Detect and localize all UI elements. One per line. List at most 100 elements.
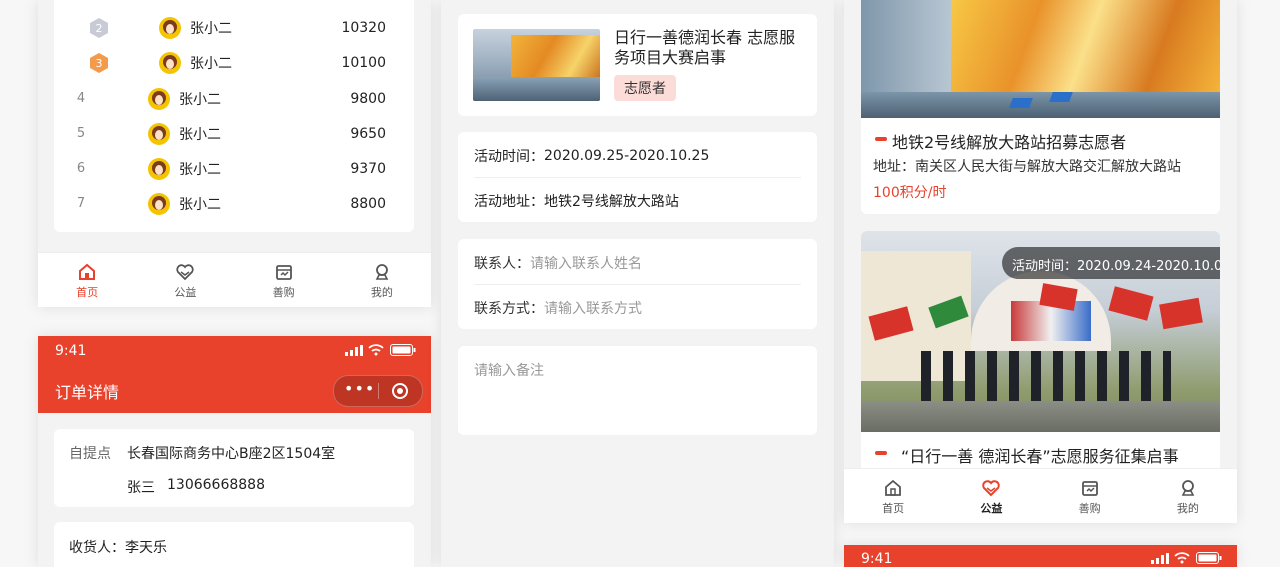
event-info-card: 活动时间： 2020.09.25-2020.10.25 活动地址： 地铁2号线解… bbox=[458, 132, 817, 222]
bronze-medal-icon: 3 bbox=[88, 52, 110, 74]
signal-icon bbox=[1151, 553, 1169, 564]
tab-shop-label: 善购 bbox=[272, 285, 295, 299]
rank-name: 张小二 bbox=[179, 196, 221, 213]
tab-home[interactable]: 首页 bbox=[38, 253, 136, 307]
avatar bbox=[148, 157, 170, 180]
rank-row[interactable]: 3 张小二 10100 bbox=[54, 45, 414, 80]
ranking-screen: 2 张小二 10320 3 张小二 10100 4 张小二 9800 5 张小二… bbox=[38, 0, 431, 307]
tab-home-label: 首页 bbox=[76, 285, 99, 299]
tab-mine[interactable]: 我的 bbox=[1139, 469, 1237, 523]
avatar bbox=[148, 122, 170, 145]
rank-number: 6 bbox=[76, 161, 86, 176]
contact-name-row: 联系人： 请输入联系人姓名 bbox=[474, 253, 801, 273]
event-address-row: 活动地址： 地铁2号线解放大路站 bbox=[474, 191, 801, 211]
tab-mine-label: 我的 bbox=[370, 285, 393, 299]
contact-name-label: 联系人： bbox=[474, 256, 530, 272]
rank-name: 张小二 bbox=[190, 20, 232, 37]
event-time-overlay: 活动时间：2020.09.24-2020.10.08 bbox=[1002, 247, 1220, 279]
rank-score: 10320 bbox=[341, 19, 386, 36]
heart-hands-icon bbox=[176, 263, 195, 280]
home-icon bbox=[79, 263, 96, 280]
tab-home-label: 首页 bbox=[882, 501, 905, 515]
tab-bar: 首页 公益 善购 我的 bbox=[844, 468, 1237, 523]
feed-points-1: 100积分/时 bbox=[873, 185, 947, 201]
contact-name-input[interactable]: 请输入联系人姓名 bbox=[530, 253, 642, 273]
tab-shop[interactable]: 善购 bbox=[1041, 469, 1139, 523]
rank-number: 7 bbox=[76, 196, 86, 211]
tab-bar: 首页 公益 善购 我的 bbox=[38, 252, 431, 307]
red-bar-marker bbox=[875, 451, 887, 455]
red-bar-marker bbox=[875, 137, 887, 141]
order-detail-screen: 9:41 订单详情 ••• 自提点 长春国际商务中心B座2区1504室 张三 1… bbox=[38, 336, 431, 567]
rank-score: 9800 bbox=[350, 90, 386, 107]
event-thumbnail bbox=[473, 29, 600, 101]
avatar bbox=[159, 16, 181, 39]
contact-form-card: 联系人： 请输入联系人姓名 联系方式： 请输入联系方式 bbox=[458, 239, 817, 329]
svg-text:3: 3 bbox=[96, 57, 103, 70]
tab-mine[interactable]: 我的 bbox=[333, 253, 431, 307]
event-address-label: 活动地址： bbox=[474, 194, 544, 210]
feed-time-2: 活动时间：2020.09.24-2020.10.08 bbox=[1012, 259, 1220, 274]
receiver-name: 李天乐 bbox=[125, 540, 167, 556]
rank-score: 8800 bbox=[350, 195, 386, 212]
rank-name: 张小二 bbox=[190, 55, 232, 72]
avatar bbox=[148, 87, 170, 110]
event-card[interactable]: 日行一善德润长春 志愿服务项目大赛启事 志愿者 bbox=[458, 14, 817, 116]
rank-name: 张小二 bbox=[179, 161, 221, 178]
pickup-address: 长春国际商务中心B座2区1504室 bbox=[127, 446, 336, 462]
status-time: 9:41 bbox=[861, 551, 893, 567]
contact-phone-input[interactable]: 请输入联系方式 bbox=[544, 298, 642, 318]
feed-title-1: 地铁2号线解放大路站招募志愿者 bbox=[892, 133, 1127, 152]
remark-placeholder: 请输入备注 bbox=[474, 363, 544, 379]
divider bbox=[474, 284, 801, 285]
pickup-label: 自提点 bbox=[69, 446, 111, 462]
receiver-card: 收货人： 李天乐 bbox=[54, 522, 414, 567]
wifi-icon bbox=[368, 344, 384, 356]
rank-score: 9650 bbox=[350, 125, 386, 142]
feed-title-2: “日行一善 德润长春”志愿服务征集启事 bbox=[901, 447, 1179, 466]
tab-charity-label: 公益 bbox=[174, 285, 197, 299]
heart-hands-icon bbox=[982, 479, 1001, 496]
feed-image-1 bbox=[861, 0, 1220, 118]
rank-row[interactable]: 6 张小二 9370 bbox=[54, 151, 414, 186]
home-icon bbox=[885, 479, 902, 496]
pickup-card: 自提点 长春国际商务中心B座2区1504室 张三 13066668888 bbox=[54, 429, 414, 507]
tab-shop[interactable]: 善购 bbox=[235, 253, 333, 307]
order-header: 9:41 订单详情 ••• bbox=[38, 336, 431, 413]
page-title: 订单详情 bbox=[55, 383, 120, 402]
event-time-label: 活动时间： bbox=[474, 149, 544, 165]
tab-shop-label: 善购 bbox=[1078, 501, 1101, 515]
signal-icon bbox=[345, 345, 363, 356]
event-time-row: 活动时间： 2020.09.25-2020.10.25 bbox=[474, 146, 801, 166]
event-title: 日行一善德润长春 志愿服务项目大赛启事 bbox=[614, 28, 796, 67]
event-time-value: 2020.09.25-2020.10.25 bbox=[544, 148, 710, 164]
tab-charity[interactable]: 公益 bbox=[136, 253, 234, 307]
contact-phone-label: 联系方式： bbox=[474, 301, 544, 317]
remark-textarea[interactable]: 请输入备注 bbox=[458, 346, 817, 435]
feed-card-1[interactable]: 地铁2号线解放大路站招募志愿者 地址：南关区人民大街与解放大路交汇解放大路站 1… bbox=[861, 0, 1220, 214]
rank-row[interactable]: 7 张小二 8800 bbox=[54, 186, 414, 221]
rank-name: 张小二 bbox=[179, 91, 221, 108]
tab-charity[interactable]: 公益 bbox=[942, 469, 1040, 523]
rank-score: 9370 bbox=[350, 160, 386, 177]
contact-phone: 13066668888 bbox=[167, 477, 265, 493]
feed-card-2[interactable]: 活动时间：2020.09.24-2020.10.08 “日行一善 德润长春”志愿… bbox=[861, 231, 1220, 471]
status-time: 9:41 bbox=[55, 343, 87, 359]
status-bar: 9:41 bbox=[38, 336, 431, 366]
rank-row[interactable]: 4 张小二 9800 bbox=[54, 81, 414, 116]
more-icon[interactable]: ••• bbox=[344, 379, 375, 398]
divider bbox=[474, 177, 801, 178]
rank-row[interactable]: 5 张小二 9650 bbox=[54, 116, 414, 151]
rank-row[interactable]: 2 张小二 10320 bbox=[54, 10, 414, 45]
svg-text:2: 2 bbox=[96, 22, 103, 35]
wifi-icon bbox=[1174, 552, 1190, 564]
ranking-card: 2 张小二 10320 3 张小二 10100 4 张小二 9800 5 张小二… bbox=[54, 0, 414, 232]
avatar bbox=[148, 192, 170, 215]
store-icon bbox=[275, 264, 292, 280]
silver-medal-icon: 2 bbox=[88, 17, 110, 39]
close-target-icon[interactable] bbox=[391, 382, 409, 400]
contact-name: 张三 bbox=[127, 480, 155, 496]
user-icon bbox=[1181, 479, 1195, 496]
tab-home[interactable]: 首页 bbox=[844, 469, 942, 523]
tab-mine-label: 我的 bbox=[1176, 501, 1199, 515]
